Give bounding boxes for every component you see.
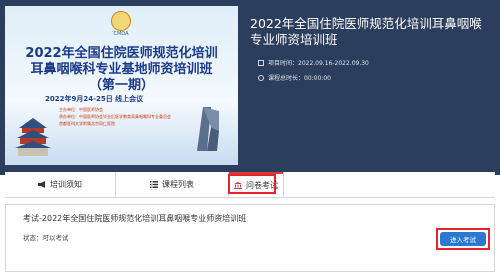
total-duration: 课程总时长：00:00:00: [258, 73, 331, 82]
course-title: 2022年全国住院医师规范化培训耳鼻咽喉专业师资培训班: [250, 16, 482, 47]
logo-text: CMDA: [113, 31, 129, 37]
project-time-text: 项目时间：2022.09.16-2022.09.30: [268, 60, 369, 67]
tab-label: 培训须知: [50, 180, 82, 189]
exam-card: 考试-2022年全国住院医师规范化培训耳鼻咽喉专业师资培训班 状态：可以考试: [5, 204, 495, 272]
banner-date: 2022年9月24-25日 线上会议: [45, 95, 144, 103]
tab-training-notes[interactable]: 培训须知: [5, 172, 115, 197]
exam-status: 状态：可以考试: [23, 234, 69, 242]
clock-icon: [258, 75, 264, 81]
banner-organizer-3: 首都医科大学附属北京同仁医院: [59, 121, 115, 126]
temple-of-heaven-icon: [15, 118, 51, 156]
cctv-tower-icon: [197, 107, 219, 151]
tab-label: 课程列表: [162, 180, 194, 189]
megaphone-icon: [38, 181, 45, 188]
cmda-logo: [111, 11, 131, 31]
course-header: CMDA 2022年全国住院医师规范化培训 耳鼻咽喉科专业基地师资培训班 （第一…: [0, 0, 500, 175]
tab-highlight-box: [228, 174, 276, 194]
banner-headline-3: （第一期）: [88, 78, 154, 93]
tab-divider: [283, 172, 284, 197]
enter-exam-button[interactable]: 进入考试: [440, 232, 486, 246]
tab-course-list[interactable]: 课程列表: [116, 172, 228, 197]
total-duration-text: 课程总时长：00:00:00: [268, 75, 331, 82]
course-banner-image: CMDA 2022年全国住院医师规范化培训 耳鼻咽喉科专业基地师资培训班 （第一…: [5, 6, 238, 165]
list-icon: [150, 181, 158, 188]
enter-exam-highlight: 进入考试: [436, 228, 490, 250]
banner-organizer-2: 承办单位：中国医师协会毕业后医学教育耳鼻咽喉科专业委员会: [59, 114, 171, 119]
banner-organizer-1: 主办单位：中国医师协会: [59, 107, 103, 112]
calendar-icon: [258, 60, 264, 66]
project-time: 项目时间：2022.09.16-2022.09.30: [258, 58, 369, 67]
exam-name: 考试-2022年全国住院医师规范化培训耳鼻咽喉专业师资培训班: [23, 214, 247, 223]
